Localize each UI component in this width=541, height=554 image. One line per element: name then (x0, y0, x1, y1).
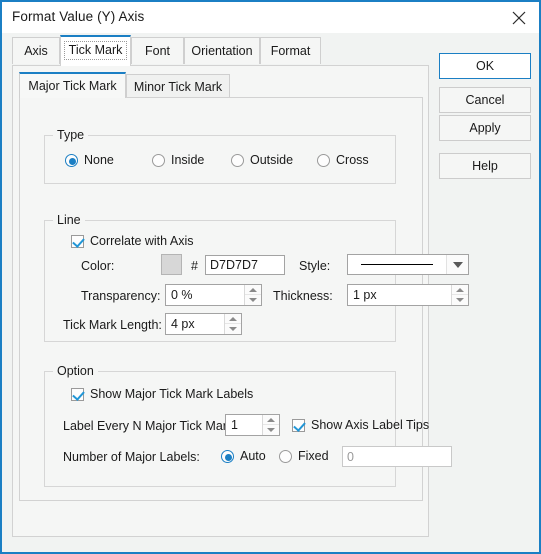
line-group-title: Line (53, 213, 85, 227)
tick-mark-length-spin-buttons[interactable] (224, 314, 241, 334)
thickness-value: 1 px (353, 288, 377, 302)
apply-button[interactable]: Apply (439, 115, 531, 141)
style-line-preview (348, 255, 446, 274)
radio-indicator (279, 449, 292, 463)
line-group: Line Correlate with Axis Color: # D7D7D7… (44, 213, 469, 342)
transparency-stepper[interactable]: 0 % (165, 284, 262, 306)
sub-tab-content-panel: Type None Inside Outside Cross Line Corr… (19, 97, 469, 501)
checkbox-indicator (71, 234, 84, 248)
tick-mark-length-value: 4 px (171, 317, 195, 331)
checkbox-show-axis-label-tips[interactable]: Show Axis Label Tips (292, 418, 429, 432)
radio-indicator (65, 153, 78, 167)
radio-indicator (317, 153, 330, 167)
thickness-stepper[interactable]: 1 px (347, 284, 469, 306)
tick-mark-length-stepper[interactable]: 4 px (165, 313, 242, 335)
label-every-n-value: 1 (231, 418, 238, 432)
help-button[interactable]: Help (439, 153, 531, 179)
close-icon[interactable] (499, 2, 539, 33)
radio-indicator (231, 153, 244, 167)
label-every-n-spin-buttons[interactable] (262, 415, 279, 435)
tab-strip: Axis Tick Mark Font Orientation Format (12, 35, 429, 66)
spin-up-icon[interactable] (452, 285, 468, 295)
color-label: Color: (81, 259, 115, 273)
checkbox-indicator (292, 418, 305, 432)
tick-mark-length-label: Tick Mark Length: (63, 318, 162, 332)
option-group: Option Show Major Tick Mark Labels Label… (44, 364, 452, 487)
style-label: Style: (299, 259, 331, 273)
spin-down-icon[interactable] (225, 324, 241, 334)
transparency-value: 0 % (171, 288, 193, 302)
tab-orientation[interactable]: Orientation (184, 37, 260, 64)
radio-type-none[interactable]: None (65, 153, 114, 167)
spin-up-icon[interactable] (225, 314, 241, 324)
ok-button[interactable]: OK (439, 53, 531, 79)
spin-down-icon[interactable] (263, 425, 279, 435)
transparency-label: Transparency: (81, 289, 161, 303)
spin-up-icon[interactable] (245, 285, 261, 295)
chevron-down-icon (446, 255, 468, 274)
radio-indicator (221, 449, 234, 463)
spin-down-icon[interactable] (245, 295, 261, 305)
type-group-title: Type (53, 128, 89, 142)
fixed-count-input[interactable]: 0 (342, 446, 452, 467)
radio-major-labels-fixed[interactable]: Fixed (279, 449, 329, 463)
checkbox-show-major-tick-mark-labels[interactable]: Show Major Tick Mark Labels (71, 387, 253, 401)
tab-content-panel: Major Tick Mark Minor Tick Mark Type Non… (12, 65, 469, 537)
dialog-window: Format Value (Y) Axis Axis Tick Mark Fon… (0, 0, 541, 554)
style-dropdown[interactable] (347, 254, 469, 275)
radio-indicator (152, 153, 165, 167)
tab-tick-mark[interactable]: Tick Mark (60, 35, 131, 66)
subtab-major-tick-mark[interactable]: Major Tick Mark (19, 72, 126, 98)
radio-type-inside[interactable]: Inside (152, 153, 204, 167)
title-bar: Format Value (Y) Axis (2, 2, 539, 33)
tab-font[interactable]: Font (131, 37, 184, 64)
number-of-major-labels-label: Number of Major Labels: (63, 450, 200, 464)
thickness-spin-buttons[interactable] (451, 285, 468, 305)
tab-axis[interactable]: Axis (12, 37, 60, 64)
color-swatch-button[interactable] (161, 254, 182, 275)
checkbox-indicator (71, 387, 84, 401)
transparency-spin-buttons[interactable] (244, 285, 261, 305)
radio-type-cross[interactable]: Cross (317, 153, 369, 167)
spin-down-icon[interactable] (452, 295, 468, 305)
label-every-n-label: Label Every N Major Tick Marks: (63, 419, 243, 433)
tab-format[interactable]: Format (260, 37, 321, 64)
hash-symbol: # (191, 259, 198, 273)
radio-major-labels-auto[interactable]: Auto (221, 449, 266, 463)
subtab-minor-tick-mark[interactable]: Minor Tick Mark (126, 74, 230, 98)
checkbox-correlate-with-axis[interactable]: Correlate with Axis (71, 234, 194, 248)
sub-tab-strip: Major Tick Mark Minor Tick Mark (19, 72, 423, 98)
option-group-title: Option (53, 364, 98, 378)
spin-up-icon[interactable] (263, 415, 279, 425)
color-hex-input[interactable]: D7D7D7 (205, 255, 285, 275)
type-group: Type None Inside Outside Cross (44, 128, 396, 184)
thickness-label: Thickness: (273, 289, 333, 303)
label-every-n-stepper[interactable]: 1 (225, 414, 280, 436)
dialog-title: Format Value (Y) Axis (12, 9, 145, 24)
cancel-button[interactable]: Cancel (439, 87, 531, 113)
radio-type-outside[interactable]: Outside (231, 153, 293, 167)
